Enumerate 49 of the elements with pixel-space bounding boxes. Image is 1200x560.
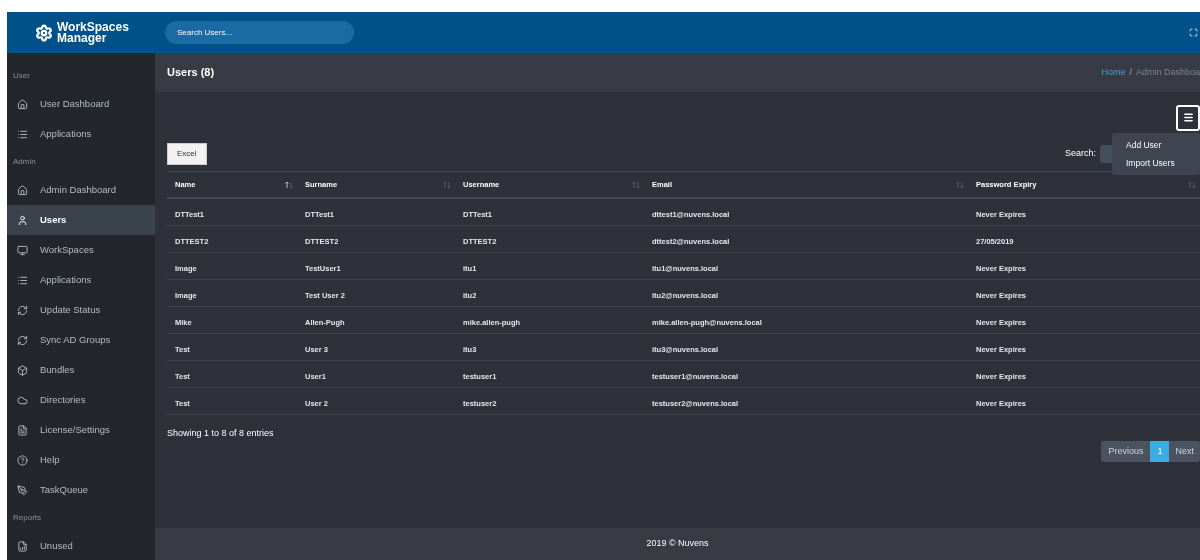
sidebar-item[interactable]: Unused xyxy=(7,531,155,560)
sidebar-item[interactable]: Users xyxy=(7,205,155,235)
user-icon xyxy=(17,214,28,226)
sidebar-item[interactable]: Directories xyxy=(7,385,155,415)
list-icon xyxy=(17,274,28,286)
refresh-icon xyxy=(17,334,28,346)
sidebar-item[interactable]: Bundles xyxy=(7,355,155,385)
copyright-text: 2019 © Nuvens xyxy=(646,537,709,551)
page-title: Users (8) xyxy=(167,65,215,81)
sidebar-section-title: Reports xyxy=(12,512,42,524)
breadcrumb-current: Admin Dashboa xyxy=(1135,65,1200,79)
menu-button[interactable] xyxy=(1176,104,1200,131)
menu-item[interactable]: Import Users xyxy=(1112,154,1200,172)
refresh-icon xyxy=(17,304,28,316)
excel-button[interactable]: Excel xyxy=(167,142,207,165)
app-logo: WorkSpaces Manager xyxy=(57,21,127,44)
sidebar-item[interactable]: Applications xyxy=(7,119,155,149)
gear-logo-icon xyxy=(35,23,53,42)
menu-icon xyxy=(1182,112,1194,123)
sidebar-item[interactable]: WorkSpaces xyxy=(7,235,155,265)
monitor-icon xyxy=(17,244,28,256)
sidebar-item[interactable]: Help xyxy=(7,445,155,475)
sidebar-section-title: User xyxy=(12,70,31,82)
list-icon xyxy=(17,128,28,140)
sidebar-item[interactable]: Update Status xyxy=(7,295,155,325)
sidebar-section-title: Admin xyxy=(12,156,37,168)
document-icon xyxy=(17,424,28,436)
search-field[interactable]: Search Users... xyxy=(165,21,354,44)
search-label: Search: xyxy=(1064,146,1096,160)
sidebar-item[interactable]: TaskQueue xyxy=(7,475,155,505)
home-icon xyxy=(17,184,28,196)
entries-info: Showing 1 to 8 of 8 entries xyxy=(167,427,274,440)
sidebar-item[interactable]: License/Settings xyxy=(7,415,155,445)
sidebar-item[interactable]: Sync AD Groups xyxy=(7,325,155,355)
breadcrumb-link[interactable]: Home xyxy=(1101,65,1126,80)
sidebar-item[interactable]: Applications xyxy=(7,265,155,295)
box-icon xyxy=(17,364,28,376)
sidebar-item[interactable]: User Dashboard xyxy=(7,89,155,119)
previous-button[interactable]: Previous xyxy=(1101,441,1151,462)
pen-icon xyxy=(17,484,28,496)
help-icon xyxy=(17,454,28,466)
home-icon xyxy=(17,98,28,110)
cloud-icon xyxy=(17,394,28,406)
breadcrumb-separator: / xyxy=(1129,65,1132,79)
sidebar-item[interactable]: Admin Dashboard xyxy=(7,175,155,205)
menu-item[interactable]: Add User xyxy=(1112,136,1200,154)
fullscreen-icon[interactable] xyxy=(1189,28,1198,37)
next-button[interactable]: Next xyxy=(1169,441,1200,462)
report-icon xyxy=(17,540,28,552)
